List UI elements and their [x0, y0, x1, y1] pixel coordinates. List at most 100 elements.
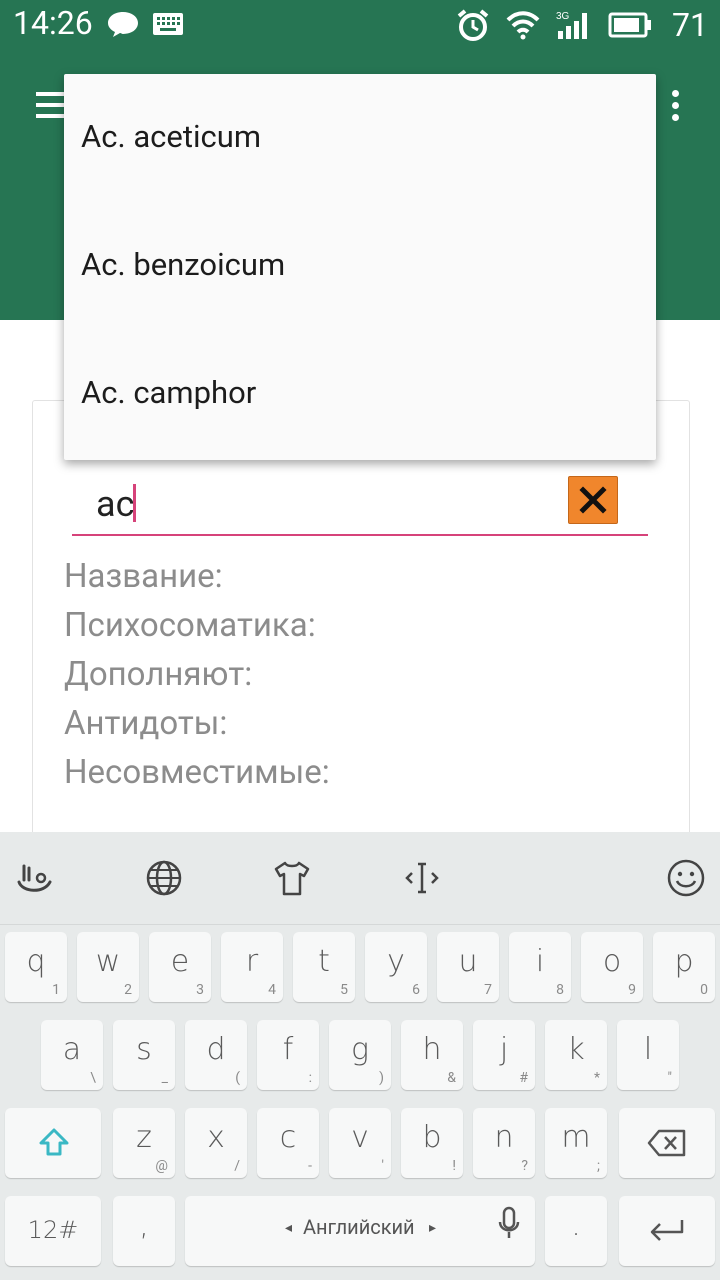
backspace-key[interactable] — [619, 1108, 715, 1178]
space-left-arrow: ◂ — [285, 1220, 293, 1236]
globe-icon[interactable] — [144, 858, 184, 898]
key-f[interactable]: f: — [257, 1020, 319, 1090]
clear-button[interactable] — [568, 476, 618, 524]
key-secondary-label: 0 — [700, 982, 708, 998]
hamburger-icon[interactable] — [36, 92, 66, 118]
search-input[interactable] — [96, 482, 556, 526]
key-label: k — [567, 1032, 585, 1067]
close-icon — [579, 486, 607, 514]
key-y[interactable]: y6 — [365, 932, 427, 1002]
key-g[interactable]: g) — [329, 1020, 391, 1090]
soft-keyboard: q1w2e3r4t5y6u7i8o9p0 a \ s _ d(f: g) h & j # k * l " … — [0, 832, 720, 1280]
shift-key[interactable] — [5, 1108, 101, 1178]
key-label: s — [136, 1032, 152, 1067]
field-psychosomatics-label: Психосоматика: — [64, 606, 316, 645]
key-h[interactable]: h & — [401, 1020, 463, 1090]
theme-shirt-icon[interactable] — [272, 858, 312, 898]
key-p[interactable]: p0 — [653, 932, 715, 1002]
enter-key[interactable] — [619, 1196, 715, 1266]
key-label: b — [422, 1120, 442, 1155]
key-w[interactable]: w2 — [77, 932, 139, 1002]
key-e[interactable]: e3 — [149, 932, 211, 1002]
key-label: v — [351, 1120, 369, 1155]
space-language-label: Английский — [303, 1215, 415, 1239]
key-secondary-label: * — [593, 1070, 600, 1086]
swype-icon[interactable] — [14, 858, 54, 898]
autocomplete-item[interactable]: Ac. camphor — [64, 330, 656, 458]
key-label: c — [279, 1120, 297, 1155]
overflow-menu-icon[interactable] — [672, 90, 682, 124]
key-d[interactable]: d( — [185, 1020, 247, 1090]
space-right-arrow: ▸ — [429, 1220, 437, 1236]
microphone-icon[interactable] — [497, 1206, 521, 1242]
key-label: a — [62, 1032, 82, 1067]
key-c[interactable]: c- — [257, 1108, 319, 1178]
key-t[interactable]: t5 — [293, 932, 355, 1002]
status-icons: 3G 71 — [456, 6, 708, 44]
key-a[interactable]: a \ — [41, 1020, 103, 1090]
key-label: j — [499, 1032, 509, 1067]
key-secondary-label: ! — [452, 1158, 456, 1174]
key-label: n — [494, 1120, 514, 1155]
key-secondary-label: 3 — [196, 982, 204, 998]
autocomplete-dropdown: Ac. aceticum Ac. benzoicum Ac. camphor — [64, 74, 656, 460]
key-b[interactable]: b! — [401, 1108, 463, 1178]
field-complements-label: Дополняют: — [64, 655, 253, 694]
key-secondary-label: ' — [381, 1158, 384, 1174]
period-key[interactable]: . — [545, 1196, 607, 1266]
autocomplete-item[interactable]: Ac. aceticum — [64, 74, 656, 202]
key-n[interactable]: n? — [473, 1108, 535, 1178]
key-secondary-label: # — [519, 1070, 528, 1086]
field-antidotes-label: Антидоты: — [64, 704, 228, 743]
key-x[interactable]: x / — [185, 1108, 247, 1178]
key-label: i — [535, 944, 545, 979]
key-label: o — [602, 944, 622, 979]
key-j[interactable]: j # — [473, 1020, 535, 1090]
key-secondary-label: 9 — [628, 982, 636, 998]
key-secondary-label: : — [308, 1070, 312, 1086]
key-label: h — [422, 1032, 442, 1067]
key-v[interactable]: v ' — [329, 1108, 391, 1178]
battery-level: 71 — [672, 6, 708, 44]
key-l[interactable]: l " — [617, 1020, 679, 1090]
key-label: f — [282, 1032, 294, 1067]
key-s[interactable]: s _ — [113, 1020, 175, 1090]
key-o[interactable]: o9 — [581, 932, 643, 1002]
key-label: z — [136, 1120, 152, 1155]
key-r[interactable]: r4 — [221, 932, 283, 1002]
status-time: 14:26 — [13, 4, 93, 42]
key-secondary-label: ( — [235, 1070, 240, 1086]
key-m[interactable]: m; — [545, 1108, 607, 1178]
shift-icon — [39, 1128, 69, 1156]
autocomplete-item[interactable]: Ac. benzoicum — [64, 202, 656, 330]
key-secondary-label: / — [234, 1158, 240, 1174]
text-cursor — [133, 484, 136, 522]
key-secondary-label: ; — [597, 1158, 600, 1174]
space-key[interactable]: ◂ Английский ▸ — [185, 1196, 535, 1266]
key-secondary-label: ? — [521, 1158, 528, 1174]
key-label: x — [207, 1120, 225, 1155]
message-icon — [108, 12, 138, 37]
alarm-icon — [457, 9, 489, 41]
key-secondary-label: 8 — [556, 982, 564, 998]
cursor-move-icon[interactable] — [402, 858, 442, 898]
key-i[interactable]: i8 — [509, 932, 571, 1002]
key-label: l — [643, 1032, 653, 1067]
svg-text:3G: 3G — [556, 11, 570, 22]
key-label: d — [206, 1032, 226, 1067]
comma-key[interactable]: , — [113, 1196, 175, 1266]
key-z[interactable]: z @ — [113, 1108, 175, 1178]
search-field[interactable] — [72, 472, 648, 536]
field-incompatible-label: Несовместимые: — [64, 753, 330, 792]
symbols-key[interactable]: 12# — [5, 1196, 101, 1266]
key-u[interactable]: u7 — [437, 932, 499, 1002]
key-secondary-label: 4 — [268, 982, 276, 998]
wifi-icon — [506, 11, 540, 40]
key-label: p — [674, 944, 694, 979]
key-q[interactable]: q1 — [5, 932, 67, 1002]
key-k[interactable]: k * — [545, 1020, 607, 1090]
key-secondary-label: & — [447, 1070, 456, 1086]
backspace-icon — [647, 1129, 686, 1157]
key-secondary-label: @ — [155, 1158, 168, 1174]
emoji-icon[interactable] — [666, 858, 706, 898]
